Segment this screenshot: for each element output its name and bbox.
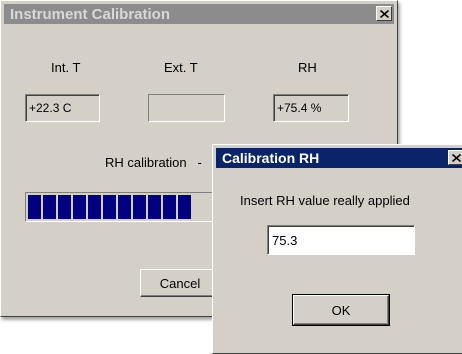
progress-segment (163, 195, 176, 219)
ok-button-label: OK (331, 302, 351, 318)
rh-field: +75.4 % (273, 94, 349, 122)
calibration-rh-dialog: Calibration RH Insert RH value really ap… (212, 144, 462, 354)
ok-button[interactable]: OK (292, 294, 390, 326)
progress-segment (28, 195, 41, 219)
close-icon (379, 9, 389, 18)
progress-segment (103, 195, 116, 219)
dialog-close-button[interactable] (448, 150, 462, 165)
int-t-field: +22.3 C (25, 94, 100, 122)
progress-segment (178, 195, 191, 219)
ext-t-label: Ext. T (164, 60, 198, 75)
dialog-prompt: Insert RH value really applied (240, 193, 410, 208)
dialog-title-bar[interactable]: Calibration RH (216, 148, 462, 168)
dialog-title: Calibration RH (222, 150, 320, 166)
main-window-title: Instrument Calibration (10, 5, 171, 23)
close-icon (451, 153, 461, 162)
progress-segment (118, 195, 131, 219)
progress-segment (43, 195, 56, 219)
progress-segment (88, 195, 101, 219)
cancel-button[interactable]: Cancel (140, 269, 220, 297)
progress-segment (133, 195, 146, 219)
progress-segment (148, 195, 161, 219)
calibration-status-text: RH calibration - (105, 155, 202, 170)
int-t-label: Int. T (51, 60, 81, 75)
main-close-button[interactable] (376, 6, 392, 21)
rh-label: RH (298, 60, 317, 75)
cancel-button-label: Cancel (159, 275, 201, 291)
calibration-progress-bar (25, 192, 225, 222)
ext-t-field (148, 94, 225, 122)
rh-value-input[interactable] (267, 225, 415, 255)
progress-segment (73, 195, 86, 219)
progress-segment (58, 195, 71, 219)
main-title-bar[interactable]: Instrument Calibration (4, 4, 394, 24)
